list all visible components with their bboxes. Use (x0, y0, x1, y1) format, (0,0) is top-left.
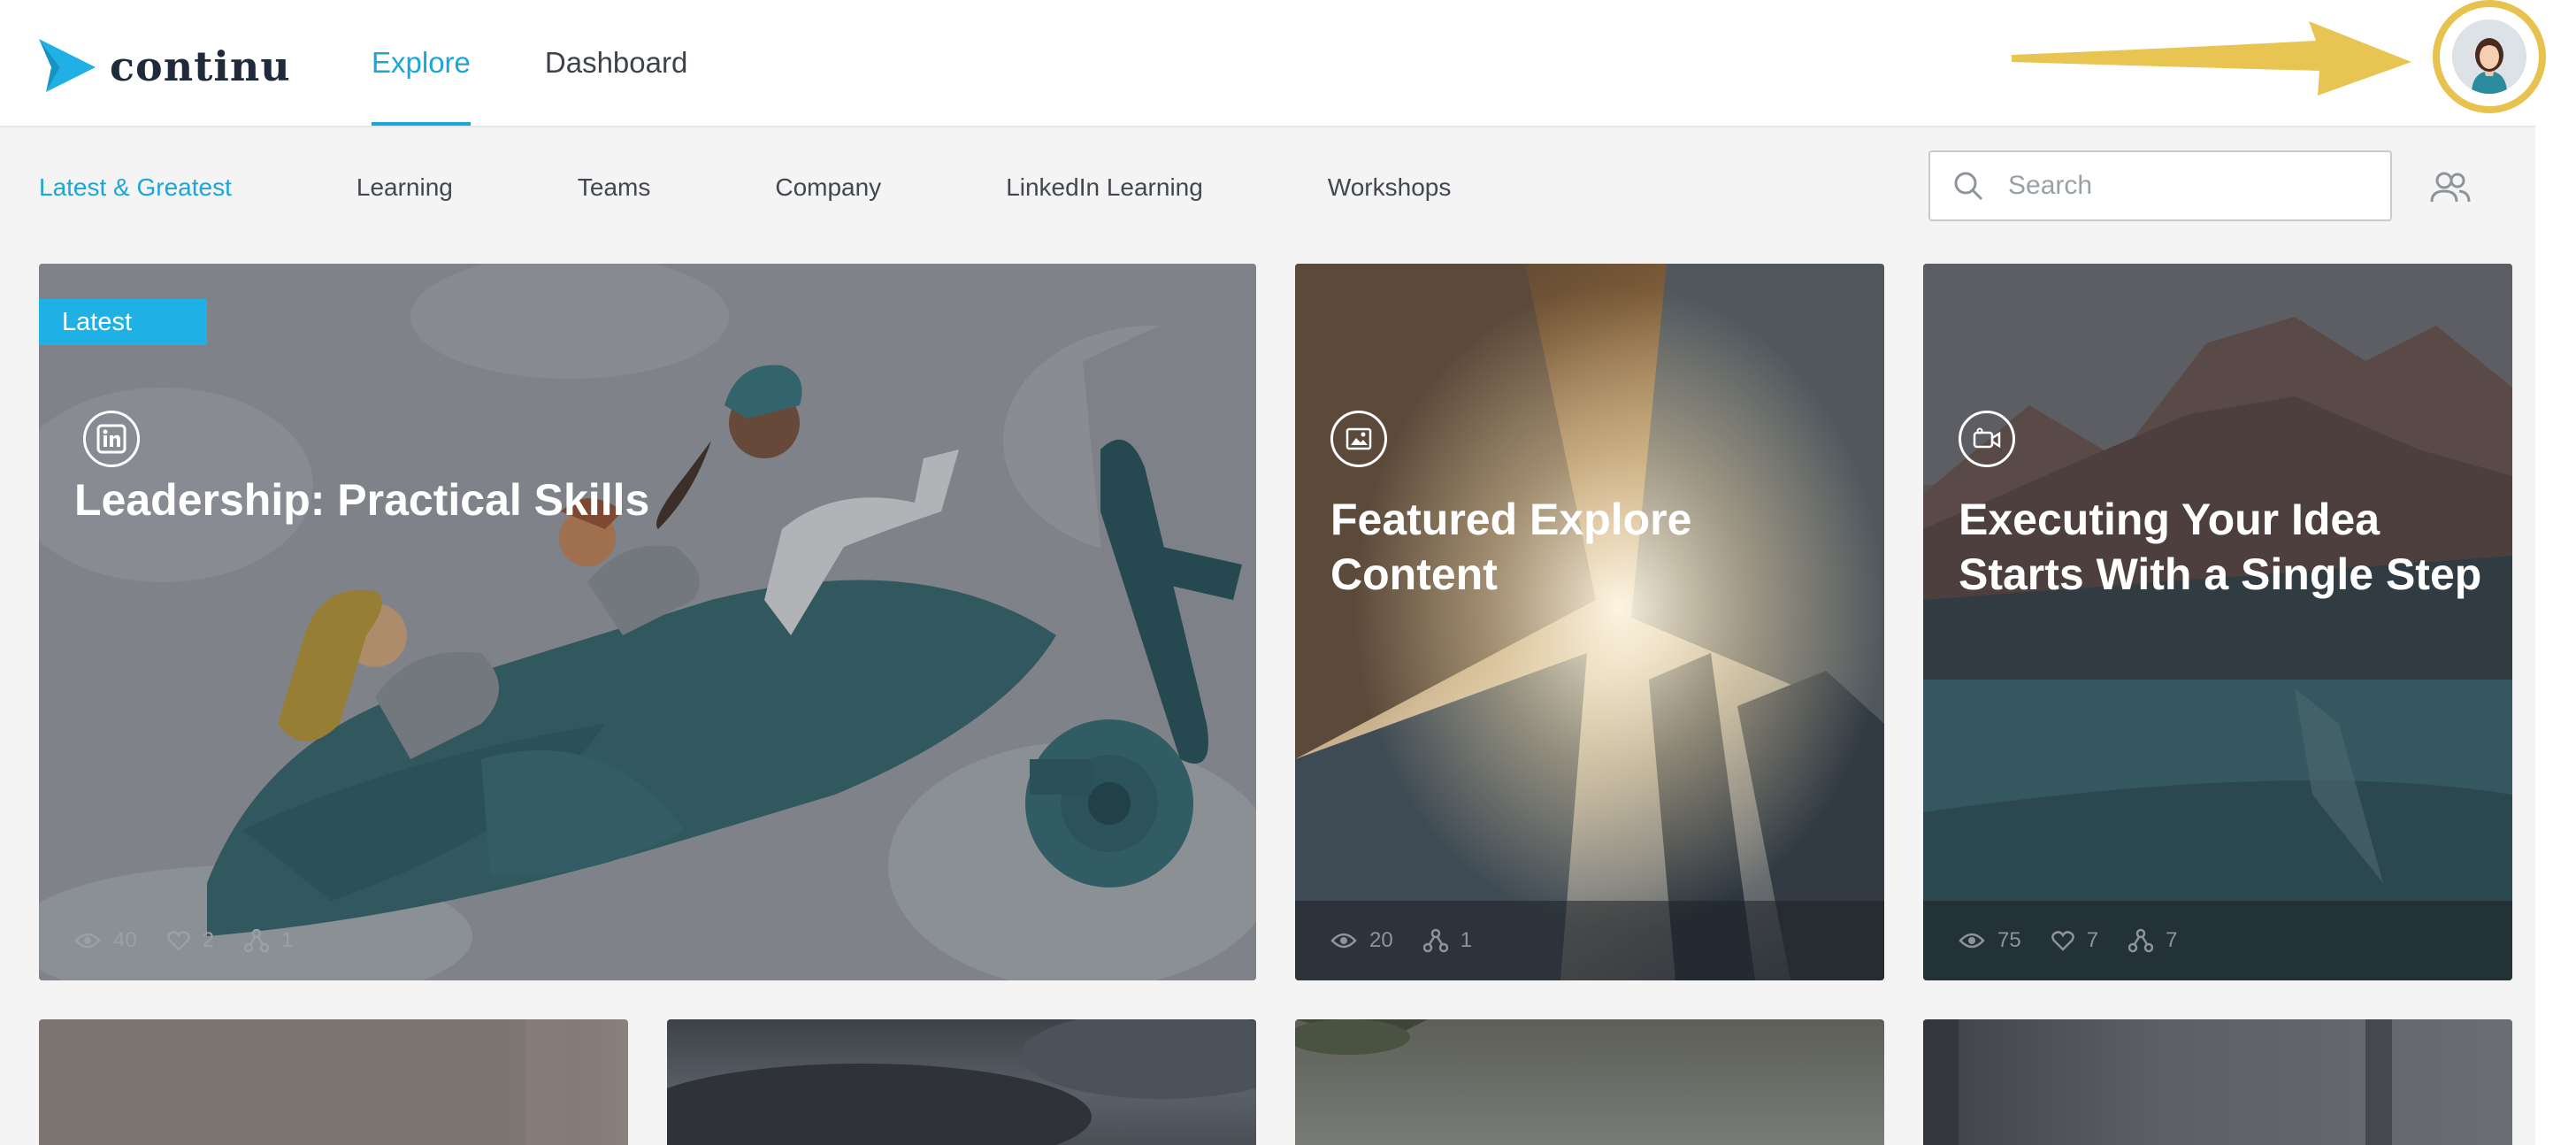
user-avatar-icon[interactable] (2452, 19, 2526, 94)
card-title-line2: Starts With a Single Step (1959, 549, 2482, 599)
logo-text: continu (110, 42, 291, 90)
views-count: 40 (113, 928, 137, 952)
content-card-executing-idea[interactable]: Executing Your Idea Starts With a Single… (1923, 264, 2512, 980)
shares-count: 1 (1460, 928, 1473, 952)
profile-highlight-ring[interactable] (2433, 0, 2546, 113)
card-title: Leadership: Practical Skills (74, 475, 650, 525)
category-latest-greatest[interactable]: Latest & Greatest (39, 173, 232, 202)
search-input[interactable] (2006, 170, 2364, 202)
shares-stat: 1 (244, 928, 293, 953)
content-card-featured-explore[interactable]: Featured Explore Content 20 1 (1295, 264, 1884, 980)
likes-count: 2 (202, 928, 215, 952)
category-company[interactable]: Company (775, 173, 881, 202)
category-nav: Latest & Greatest Learning Teams Company… (39, 173, 1576, 202)
views-count: 75 (1997, 928, 2021, 952)
card-image (525, 1019, 570, 1145)
likes-count: 7 (2086, 928, 2099, 952)
people-icon[interactable] (2429, 170, 2472, 205)
heart-icon (166, 931, 190, 951)
shares-count: 7 (2166, 928, 2178, 952)
card-overlay (39, 264, 1256, 980)
shares-stat: 1 (1422, 928, 1473, 953)
right-edge (2535, 0, 2576, 1145)
views-stat: 40 (74, 928, 137, 953)
logo-arrow-icon (39, 39, 96, 92)
annotation-arrow-icon (2012, 21, 2411, 96)
card-title-line1: Executing Your Idea (1959, 495, 2380, 544)
latest-badge: Latest (39, 299, 207, 345)
content-card-row2-1[interactable] (39, 1019, 628, 1145)
image-icon (1330, 411, 1387, 467)
card-image (1295, 1019, 1428, 1055)
linkedin-icon (83, 411, 140, 467)
eye-icon (1959, 933, 1985, 949)
video-icon (1959, 411, 2015, 467)
card-image (1923, 1019, 2392, 1145)
category-linkedin-learning[interactable]: LinkedIn Learning (1006, 173, 1203, 202)
search-box[interactable] (1928, 150, 2392, 221)
network-icon (2128, 928, 2154, 953)
card-title-line1: Featured Explore (1330, 495, 1692, 544)
card-stats: 75 7 7 (1923, 901, 2512, 980)
card-overlay (1923, 264, 2512, 980)
card-title-line2: Content (1330, 549, 1498, 599)
continu-logo[interactable]: continu (39, 35, 291, 97)
card-stats: 40 2 1 (39, 901, 1256, 980)
views-stat: 20 (1330, 928, 1393, 953)
likes-stat: 7 (2051, 928, 2098, 953)
content-card-row2-4[interactable] (1923, 1019, 2512, 1145)
shares-count: 1 (281, 928, 294, 952)
skyscrapers-photo (1295, 264, 1884, 980)
views-count: 20 (1369, 928, 1393, 952)
content-card-leadership[interactable]: Latest Leadership: Practical Skills 40 2… (39, 264, 1256, 980)
category-learning[interactable]: Learning (356, 173, 453, 202)
eye-icon (74, 933, 101, 949)
card-title: Featured Explore Content (1330, 492, 1691, 602)
card-stats: 20 1 (1295, 901, 1884, 980)
heart-icon (2051, 931, 2074, 951)
tab-dashboard[interactable]: Dashboard (545, 0, 687, 126)
content-card-row2-2[interactable] (667, 1019, 1256, 1145)
card-title: Executing Your Idea Starts With a Single… (1959, 492, 2481, 602)
search-icon (1954, 172, 1983, 201)
category-workshops[interactable]: Workshops (1328, 173, 1452, 202)
category-teams[interactable]: Teams (578, 173, 650, 202)
main-nav: Explore Dashboard (372, 0, 762, 126)
shares-stat: 7 (2128, 928, 2177, 953)
likes-stat: 2 (166, 928, 215, 953)
content-card-row2-3[interactable] (1295, 1019, 1884, 1145)
card-image (667, 1019, 1256, 1145)
network-icon (244, 928, 270, 953)
eye-icon (1330, 933, 1357, 949)
tab-explore[interactable]: Explore (372, 0, 471, 126)
network-icon (1422, 928, 1448, 953)
views-stat: 75 (1959, 928, 2021, 953)
